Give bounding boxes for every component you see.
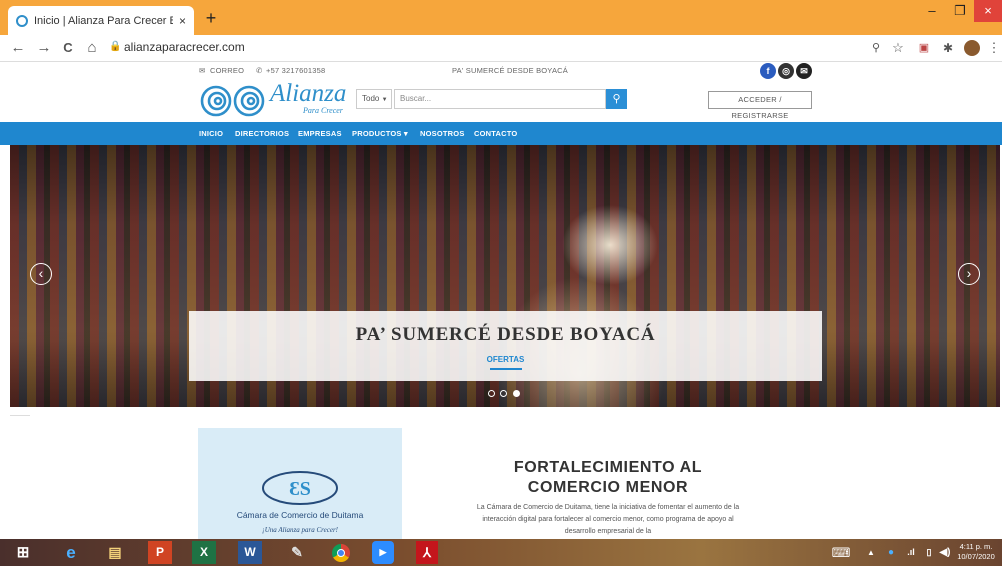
nav-item-nosotros[interactable]: NOSOTROS (420, 129, 465, 138)
login-register-button[interactable]: ACCEDER / REGISTRARSE (708, 91, 812, 120)
chevron-down-icon: ▼ (381, 97, 388, 103)
tab-favicon-icon (16, 14, 28, 27)
search-input[interactable]: Buscar... (394, 89, 606, 109)
nav-item-contacto[interactable]: CONTACTO (474, 129, 517, 138)
minimize-button[interactable]: – (918, 0, 946, 22)
main-nav: INICIO DIRECTORIOS EMPRESAS PRODUCTOS ▾ … (0, 122, 1002, 145)
powerpoint-icon[interactable]: P (148, 541, 172, 564)
maximize-button[interactable]: ❐ (946, 0, 974, 22)
home-button[interactable]: ⌂ (82, 38, 102, 58)
windows-taskbar: ⊞ e ▤ P X W ✎ ▶ ⅄ ⌨ ▲ ● .ıl ▯ ◀) (0, 539, 1002, 566)
clock-time: 4:11 p. m. (959, 542, 993, 551)
word-icon[interactable]: W (238, 541, 262, 564)
tab-close-icon[interactable]: × (179, 14, 186, 28)
slider-dot-3[interactable] (513, 390, 520, 397)
paint-icon[interactable]: ✎ (282, 541, 312, 564)
search-category-select[interactable]: Todo ▼ (356, 89, 392, 109)
chamber-slogan: ¡Una Alianza para Crecer! (261, 526, 339, 534)
hero-link-underline (490, 368, 522, 370)
bookmark-star-icon[interactable]: ☆ (888, 38, 908, 58)
address-bar-row: ← → C ⌂ 🔒 alianzaparacrecer.com ⚲ ☆ ▣ ✱ … (0, 35, 1002, 62)
slider-dot-1[interactable] (488, 390, 495, 397)
svg-text:ƐS: ƐS (289, 478, 311, 500)
new-tab-button[interactable]: + (200, 8, 222, 30)
facebook-icon[interactable]: f (760, 63, 776, 79)
search-category-value: Todo (362, 94, 380, 103)
email-link[interactable]: CORREO (210, 66, 244, 75)
logo-wordmark: Alianza (270, 80, 347, 107)
feature-body: La Cámara de Comercio de Duitama, tiene … (476, 504, 740, 535)
zoom-icon[interactable]: ⚲ (866, 38, 886, 58)
reload-button[interactable]: C (58, 38, 78, 58)
extensions-puzzle-icon[interactable]: ✱ (938, 38, 958, 58)
nav-item-inicio[interactable]: INICIO (199, 129, 223, 138)
search-icon: ⚲ (612, 93, 621, 105)
hero-offers-link[interactable]: OFERTAS (189, 355, 822, 364)
mail-social-icon[interactable]: ✉ (796, 63, 812, 79)
keyboard-icon[interactable]: ⌨ (826, 541, 856, 564)
lock-icon: 🔒 (109, 41, 122, 52)
taskbar-clock[interactable]: 4:11 p. m. 10/07/2020 (950, 542, 1002, 562)
internet-explorer-icon[interactable]: e (56, 541, 86, 564)
instagram-icon[interactable]: ◎ (778, 63, 794, 79)
tab-title: Inicio | Alianza Para Crecer Boyac (34, 14, 173, 27)
browser-tab-bar: Inicio | Alianza Para Crecer Boyac × + –… (0, 0, 1002, 35)
spiral-logo-icon (200, 85, 265, 117)
chamber-logo-icon: ƐS (262, 471, 338, 505)
top-tagline: PA' SUMERCÉ DESDE BOYACÁ (452, 66, 568, 75)
chamber-name: Cámara de Comercio de Duitama (236, 510, 364, 520)
slider-dot-2[interactable] (500, 390, 507, 397)
phone-icon: ✆ (256, 66, 263, 75)
browser-tab[interactable]: Inicio | Alianza Para Crecer Boyac × (8, 6, 194, 35)
menu-kebab-icon[interactable]: ⋮ (984, 38, 1002, 58)
nav-item-productos[interactable]: PRODUCTOS ▾ (352, 129, 408, 138)
profile-avatar[interactable] (962, 38, 982, 58)
close-window-button[interactable]: × (974, 0, 1002, 22)
url-field[interactable]: alianzaparacrecer.com (124, 40, 245, 54)
divider (10, 415, 30, 416)
zoom-app-icon[interactable]: ▶ (372, 541, 394, 564)
hero-caption: PA’ SUMERCÉ DESDE BOYACÁ OFERTAS (189, 311, 822, 381)
windows-start-icon[interactable]: ⊞ (8, 541, 38, 564)
logo-subtitle: Para Crecer (303, 106, 343, 115)
site-header: Alianza Para Crecer Todo ▼ Buscar... ⚲ A… (0, 80, 1002, 122)
slider-prev-button[interactable]: ‹ (30, 263, 52, 285)
site-top-bar: ✉ CORREO ✆ +57 3217601358 PA' SUMERCÉ DE… (0, 62, 1002, 80)
excel-icon[interactable]: X (192, 541, 216, 564)
acrobat-icon[interactable]: ⅄ (416, 541, 438, 564)
feature-title: FORTALECIMIENTO AL COMERCIO MENOR (513, 459, 703, 496)
nav-item-empresas[interactable]: EMPRESAS (298, 129, 342, 138)
clock-date: 10/07/2020 (957, 552, 995, 561)
forward-button[interactable]: → (34, 38, 54, 58)
back-button[interactable]: ← (8, 38, 28, 58)
slider-next-button[interactable]: › (958, 263, 980, 285)
hero-title: PA’ SUMERCÉ DESDE BOYACÁ (355, 324, 656, 345)
hero-slider: ‹ › PA’ SUMERCÉ DESDE BOYACÁ OFERTAS (10, 145, 1000, 407)
email-icon: ✉ (199, 66, 206, 75)
nav-item-directorios[interactable]: DIRECTORIOS (235, 129, 289, 138)
file-explorer-icon[interactable]: ▤ (100, 541, 130, 564)
chamber-logo-card: ƐS Cámara de Comercio de Duitama ¡Una Al… (198, 428, 402, 540)
chrome-icon[interactable] (326, 541, 356, 564)
search-button[interactable]: ⚲ (606, 89, 627, 109)
pdf-extension-icon[interactable]: ▣ (914, 38, 934, 58)
phone-link[interactable]: +57 3217601358 (266, 66, 325, 75)
